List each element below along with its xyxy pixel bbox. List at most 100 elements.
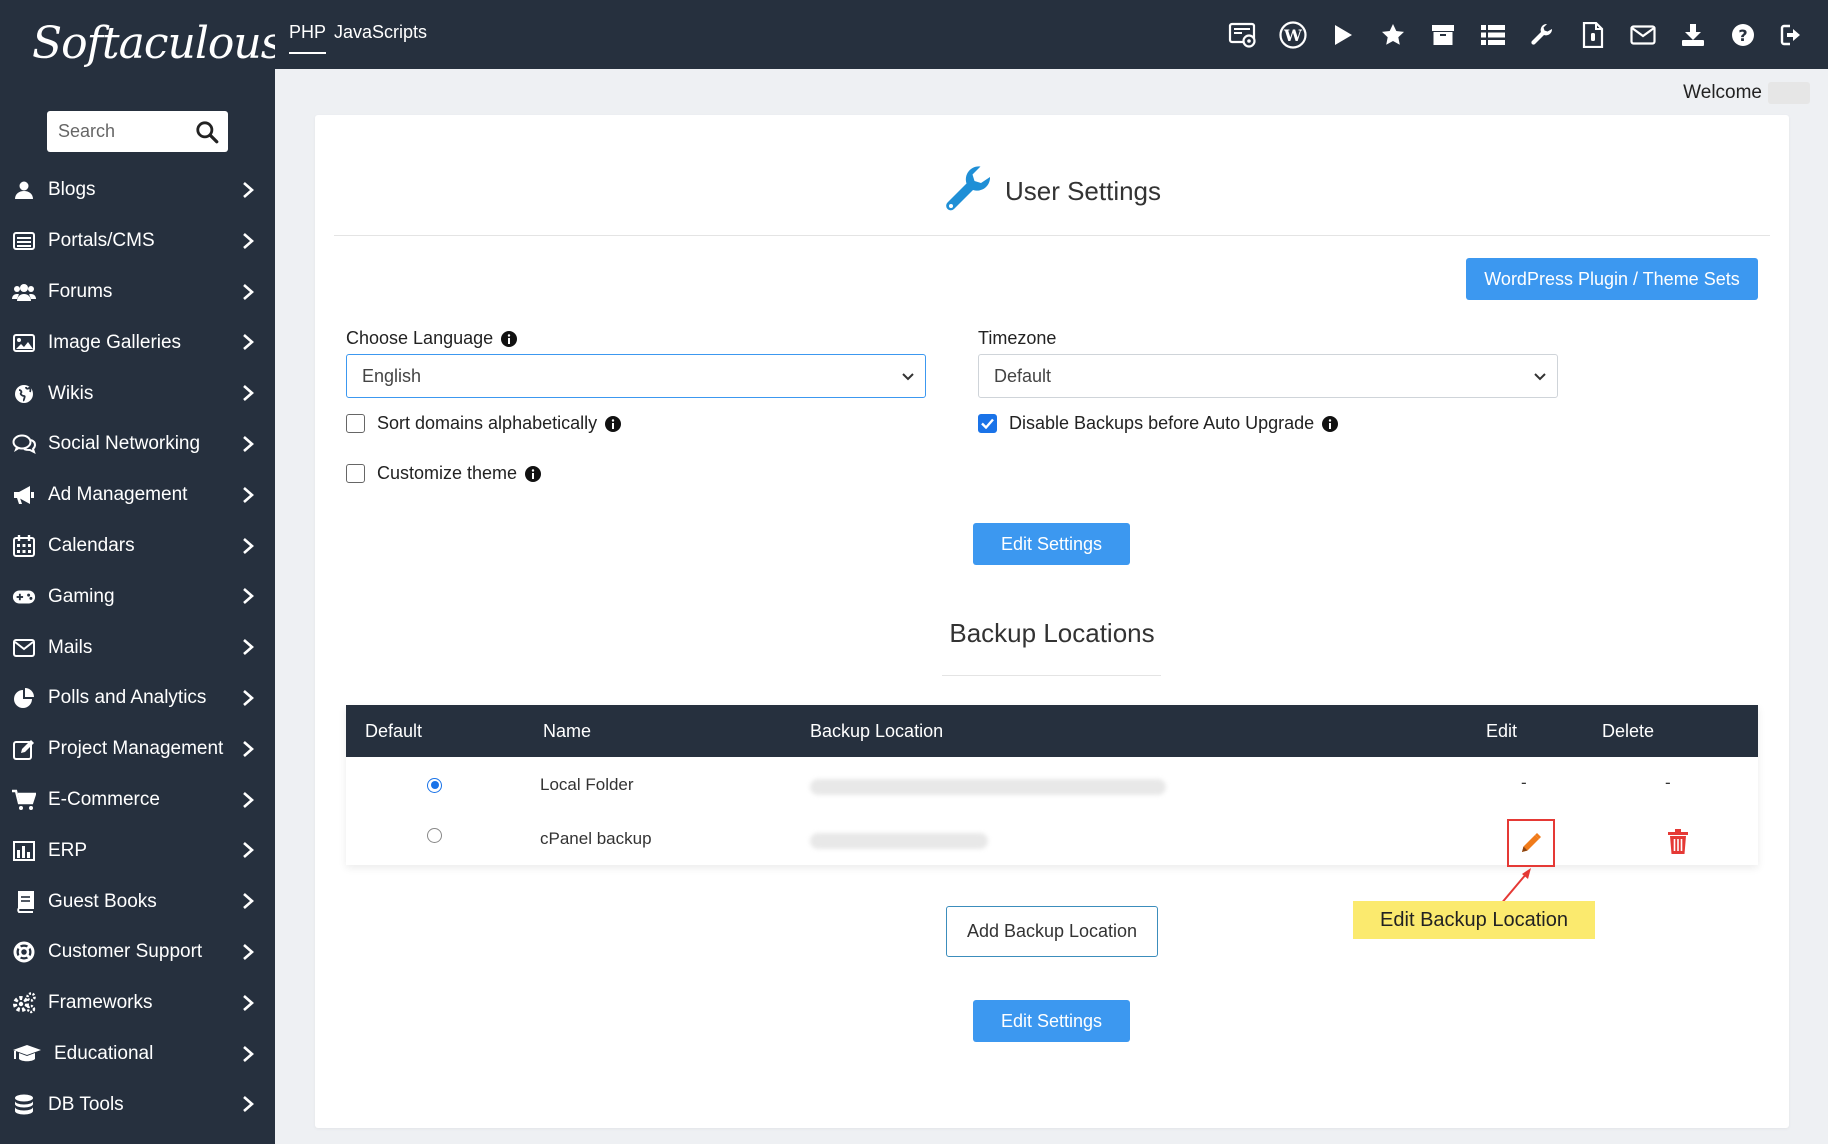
customize-theme-option[interactable]: Customize theme (346, 463, 542, 484)
column-header-backup-location: Backup Location (810, 721, 944, 741)
help-icon[interactable]: ? (1718, 18, 1768, 52)
play-icon[interactable] (1318, 18, 1368, 52)
life-ring-icon (12, 940, 36, 964)
disable-backups-option[interactable]: Disable Backups before Auto Upgrade (978, 413, 1339, 434)
edit-placeholder: - (1521, 773, 1527, 792)
timezone-select-value: Default (994, 365, 1052, 386)
download-icon[interactable] (1668, 18, 1718, 52)
user-settings-panel: User Settings WordPress Plugin / Theme S… (315, 115, 1789, 1128)
sidebar-item-wikis[interactable]: Wikis (0, 368, 275, 419)
chevron-down-icon (1534, 373, 1546, 381)
disable-backups-checkbox[interactable] (978, 414, 997, 433)
sidebar-item-label: Educational (54, 1042, 154, 1064)
book-icon (12, 890, 36, 914)
info-icon[interactable] (525, 465, 542, 482)
search-icon[interactable] (194, 119, 220, 145)
blurred-backup-path (810, 779, 1166, 795)
info-icon[interactable] (501, 330, 518, 347)
wordpress-plugin-theme-sets-button[interactable]: WordPress Plugin / Theme Sets (1466, 258, 1758, 300)
tab-php[interactable]: PHP (289, 22, 327, 54)
language-select[interactable]: English (346, 354, 926, 398)
sidebar-item-forums[interactable]: Forums (0, 267, 275, 318)
sidebar-item-portals-cms[interactable]: Portals/CMS (0, 216, 275, 267)
column-header-edit: Edit (1486, 721, 1518, 741)
envelope-icon (12, 636, 36, 660)
edit-settings-button[interactable]: Edit Settings (973, 523, 1130, 565)
sidebar-item-customer-support[interactable]: Customer Support (0, 927, 275, 978)
svg-text:W: W (1283, 26, 1303, 45)
default-radio[interactable] (427, 828, 442, 843)
wordpress-icon[interactable]: W (1268, 18, 1318, 52)
table-row: Local Folder - - (346, 757, 1758, 811)
sidebar-item-erp[interactable]: ERP (0, 825, 275, 876)
sort-domains-label: Sort domains alphabetically (377, 413, 598, 433)
chevron-right-icon (243, 385, 254, 402)
archive-icon[interactable] (1418, 18, 1468, 52)
sidebar-item-polls-and-analytics[interactable]: Polls and Analytics (0, 673, 275, 724)
info-icon[interactable] (605, 415, 622, 432)
sidebar-item-e-commerce[interactable]: E-Commerce (0, 775, 275, 826)
sidebar-item-image-galleries[interactable]: Image Galleries (0, 317, 275, 368)
sidebar-item-frameworks[interactable]: Frameworks (0, 978, 275, 1029)
sidebar-item-social-networking[interactable]: Social Networking (0, 419, 275, 470)
chevron-down-icon (902, 373, 914, 381)
sidebar-item-label: Gaming (48, 585, 115, 607)
sidebar-item-blogs[interactable]: Blogs (0, 165, 275, 216)
sidebar-item-label: Forums (48, 280, 113, 302)
list-icon (12, 229, 36, 253)
title-divider (334, 235, 1770, 236)
softaculous-logo[interactable]: Softaculous (32, 18, 283, 93)
sidebar: Softaculous Blogs Portals/CMS Forums Ima… (0, 0, 283, 1144)
timezone-select[interactable]: Default (978, 354, 1558, 398)
sidebar-item-gaming[interactable]: Gaming (0, 571, 275, 622)
chevron-right-icon (243, 639, 254, 656)
blurred-username (1768, 82, 1810, 104)
backup-name: Local Folder (540, 775, 634, 794)
chevron-right-icon (243, 232, 254, 249)
top-toolbar: W ? (1218, 18, 1818, 52)
timezone-label-text: Timezone (978, 328, 1057, 348)
add-backup-location-button[interactable]: Add Backup Location (946, 906, 1158, 957)
calendar-icon (12, 534, 36, 558)
blurred-backup-path (810, 833, 988, 849)
sort-domains-checkbox[interactable] (346, 414, 365, 433)
default-radio[interactable] (427, 777, 442, 793)
cart-icon (12, 788, 36, 812)
info-icon[interactable] (1322, 415, 1339, 432)
language-label: Choose Language (346, 328, 518, 349)
installations-icon[interactable] (1218, 18, 1268, 52)
backup-locations-heading: Backup Locations (949, 618, 1155, 648)
chevron-right-icon (243, 842, 254, 859)
table-header: Default Name Backup Location Edit Delete (346, 705, 1758, 757)
chevron-right-icon (243, 334, 254, 351)
tab-javascripts[interactable]: JavaScripts (334, 22, 427, 43)
edit-backup-location-button[interactable] (1507, 819, 1555, 867)
sidebar-item-db-tools[interactable]: DB Tools (0, 1079, 275, 1130)
sidebar-item-ad-management[interactable]: Ad Management (0, 470, 275, 521)
edit-settings-button[interactable]: Edit Settings (973, 1000, 1130, 1042)
envelope-icon[interactable] (1618, 18, 1668, 52)
svg-text:?: ? (1738, 26, 1747, 45)
logout-icon[interactable] (1768, 18, 1818, 52)
delete-backup-location-button[interactable] (1662, 826, 1694, 858)
file-icon[interactable] (1568, 18, 1618, 52)
wrench-icon[interactable] (1518, 18, 1568, 52)
chevron-right-icon (243, 994, 254, 1011)
sidebar-item-label: E-Commerce (48, 788, 160, 810)
sidebar-item-calendars[interactable]: Calendars (0, 521, 275, 572)
customize-theme-checkbox[interactable] (346, 464, 365, 483)
bullhorn-icon (12, 483, 36, 507)
chevron-right-icon (243, 182, 254, 198)
cogs-icon (12, 991, 36, 1015)
sidebar-item-mails[interactable]: Mails (0, 622, 275, 673)
sidebar-item-educational[interactable]: Educational (0, 1029, 275, 1080)
chevron-right-icon (243, 740, 254, 757)
sidebar-item-guest-books[interactable]: Guest Books (0, 876, 275, 927)
sort-domains-option[interactable]: Sort domains alphabetically (346, 413, 622, 434)
star-icon[interactable] (1368, 18, 1418, 52)
chevron-right-icon (243, 436, 254, 452)
sidebar-item-label: Social Networking (48, 433, 201, 455)
search-input[interactable] (47, 111, 187, 152)
sidebar-item-project-management[interactable]: Project Management (0, 724, 275, 775)
list-icon[interactable] (1468, 18, 1518, 52)
